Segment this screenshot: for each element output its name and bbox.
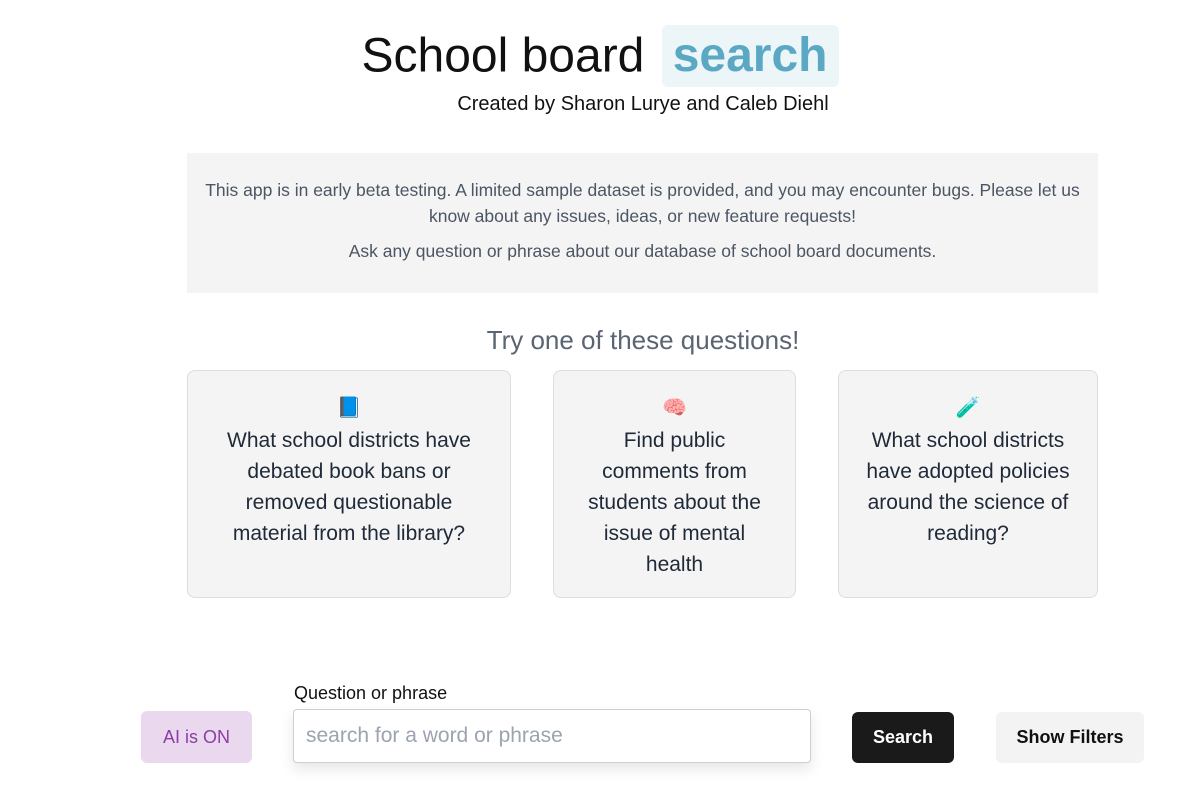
search-button[interactable]: Search	[852, 712, 954, 763]
search-input[interactable]	[293, 709, 811, 763]
suggestion-card-book-bans[interactable]: 📘 What school districts have debated boo…	[187, 370, 511, 598]
beta-notice-text: This app is in early beta testing. A lim…	[205, 180, 1080, 226]
page-title: School board search	[0, 22, 1200, 88]
suggestions-heading: Try one of these questions!	[486, 325, 800, 355]
suggestion-question: What school districts have adopted polic…	[866, 429, 1070, 545]
suggestion-card-mental-health[interactable]: 🧠 Find public comments from students abo…	[553, 370, 796, 598]
book-icon: 📘	[336, 397, 362, 419]
beta-notice: This app is in early beta testing. A lim…	[187, 153, 1098, 293]
brain-icon: 🧠	[662, 397, 687, 419]
show-filters-button[interactable]: Show Filters	[996, 712, 1144, 763]
search-field-label: Question or phrase	[294, 683, 448, 703]
credits-text: Created by Sharon Lurye and Caleb Diehl	[457, 93, 829, 115]
title-highlight: search	[661, 25, 839, 88]
ai-toggle-button[interactable]: AI is ON	[141, 711, 252, 763]
test-tube-icon: 🧪	[955, 397, 981, 419]
intro-text: Ask any question or phrase about our dat…	[348, 241, 937, 261]
page: School board search Created by Sharon Lu…	[0, 0, 1200, 793]
title-main: School board	[361, 29, 645, 83]
suggestion-card-science-of-reading[interactable]: 🧪 What school districts have adopted pol…	[838, 370, 1098, 598]
suggestion-question: What school districts have debated book …	[227, 429, 471, 545]
suggestion-question: Find public comments from students about…	[588, 429, 761, 576]
